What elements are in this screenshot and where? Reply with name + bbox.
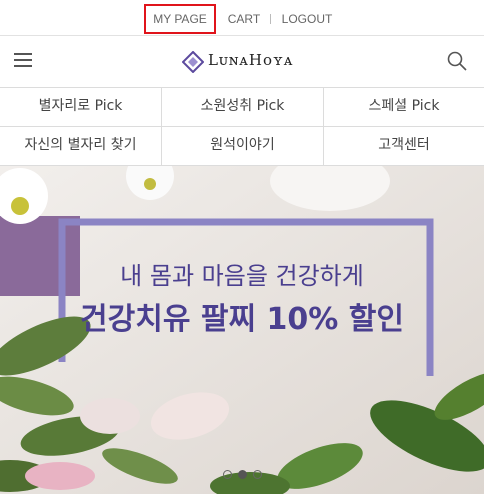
carousel-dot-2[interactable] (238, 470, 247, 479)
category-wish-pick[interactable]: 소원성취 Pick (162, 88, 324, 127)
category-customer-center[interactable]: 고객센터 (324, 127, 484, 166)
carousel-dot-1[interactable] (223, 470, 232, 479)
search-icon[interactable] (446, 50, 468, 72)
nav-divider (270, 14, 271, 24)
brand-name: LᴜɴᴀHᴏʏᴀ (208, 51, 294, 69)
category-find-constellation[interactable]: 자신의 별자리 찾기 (0, 127, 162, 166)
my-page-link[interactable]: MY PAGE (144, 4, 216, 34)
category-gemstone-story[interactable]: 원석이야기 (162, 127, 324, 166)
site-header: LᴜɴᴀHᴏʏᴀ (0, 36, 484, 88)
cart-link[interactable]: CART (224, 4, 264, 34)
top-utility-nav: MY PAGE CART LOGOUT (0, 0, 484, 36)
brand-logo[interactable]: LᴜɴᴀHᴏʏᴀ (180, 48, 310, 74)
category-special-pick[interactable]: 스페셜 Pick (324, 88, 484, 127)
diamond-logo-icon (182, 51, 204, 73)
hamburger-menu-icon[interactable] (14, 52, 34, 68)
logout-link[interactable]: LOGOUT (278, 4, 336, 34)
promo-banner[interactable]: 내 몸과 마음을 건강하게 건강치유 팔찌 10% 할인 (0, 166, 484, 494)
category-menu: 별자리로 Pick 소원성취 Pick 스페셜 Pick 자신의 별자리 찾기 … (0, 88, 484, 166)
banner-headline-line2: 건강치유 팔찌 10% 할인 (80, 302, 404, 337)
banner-headline-line1: 내 몸과 마음을 건강하게 (120, 262, 364, 290)
carousel-dot-3[interactable] (253, 470, 262, 479)
category-constellation-pick[interactable]: 별자리로 Pick (0, 88, 162, 127)
